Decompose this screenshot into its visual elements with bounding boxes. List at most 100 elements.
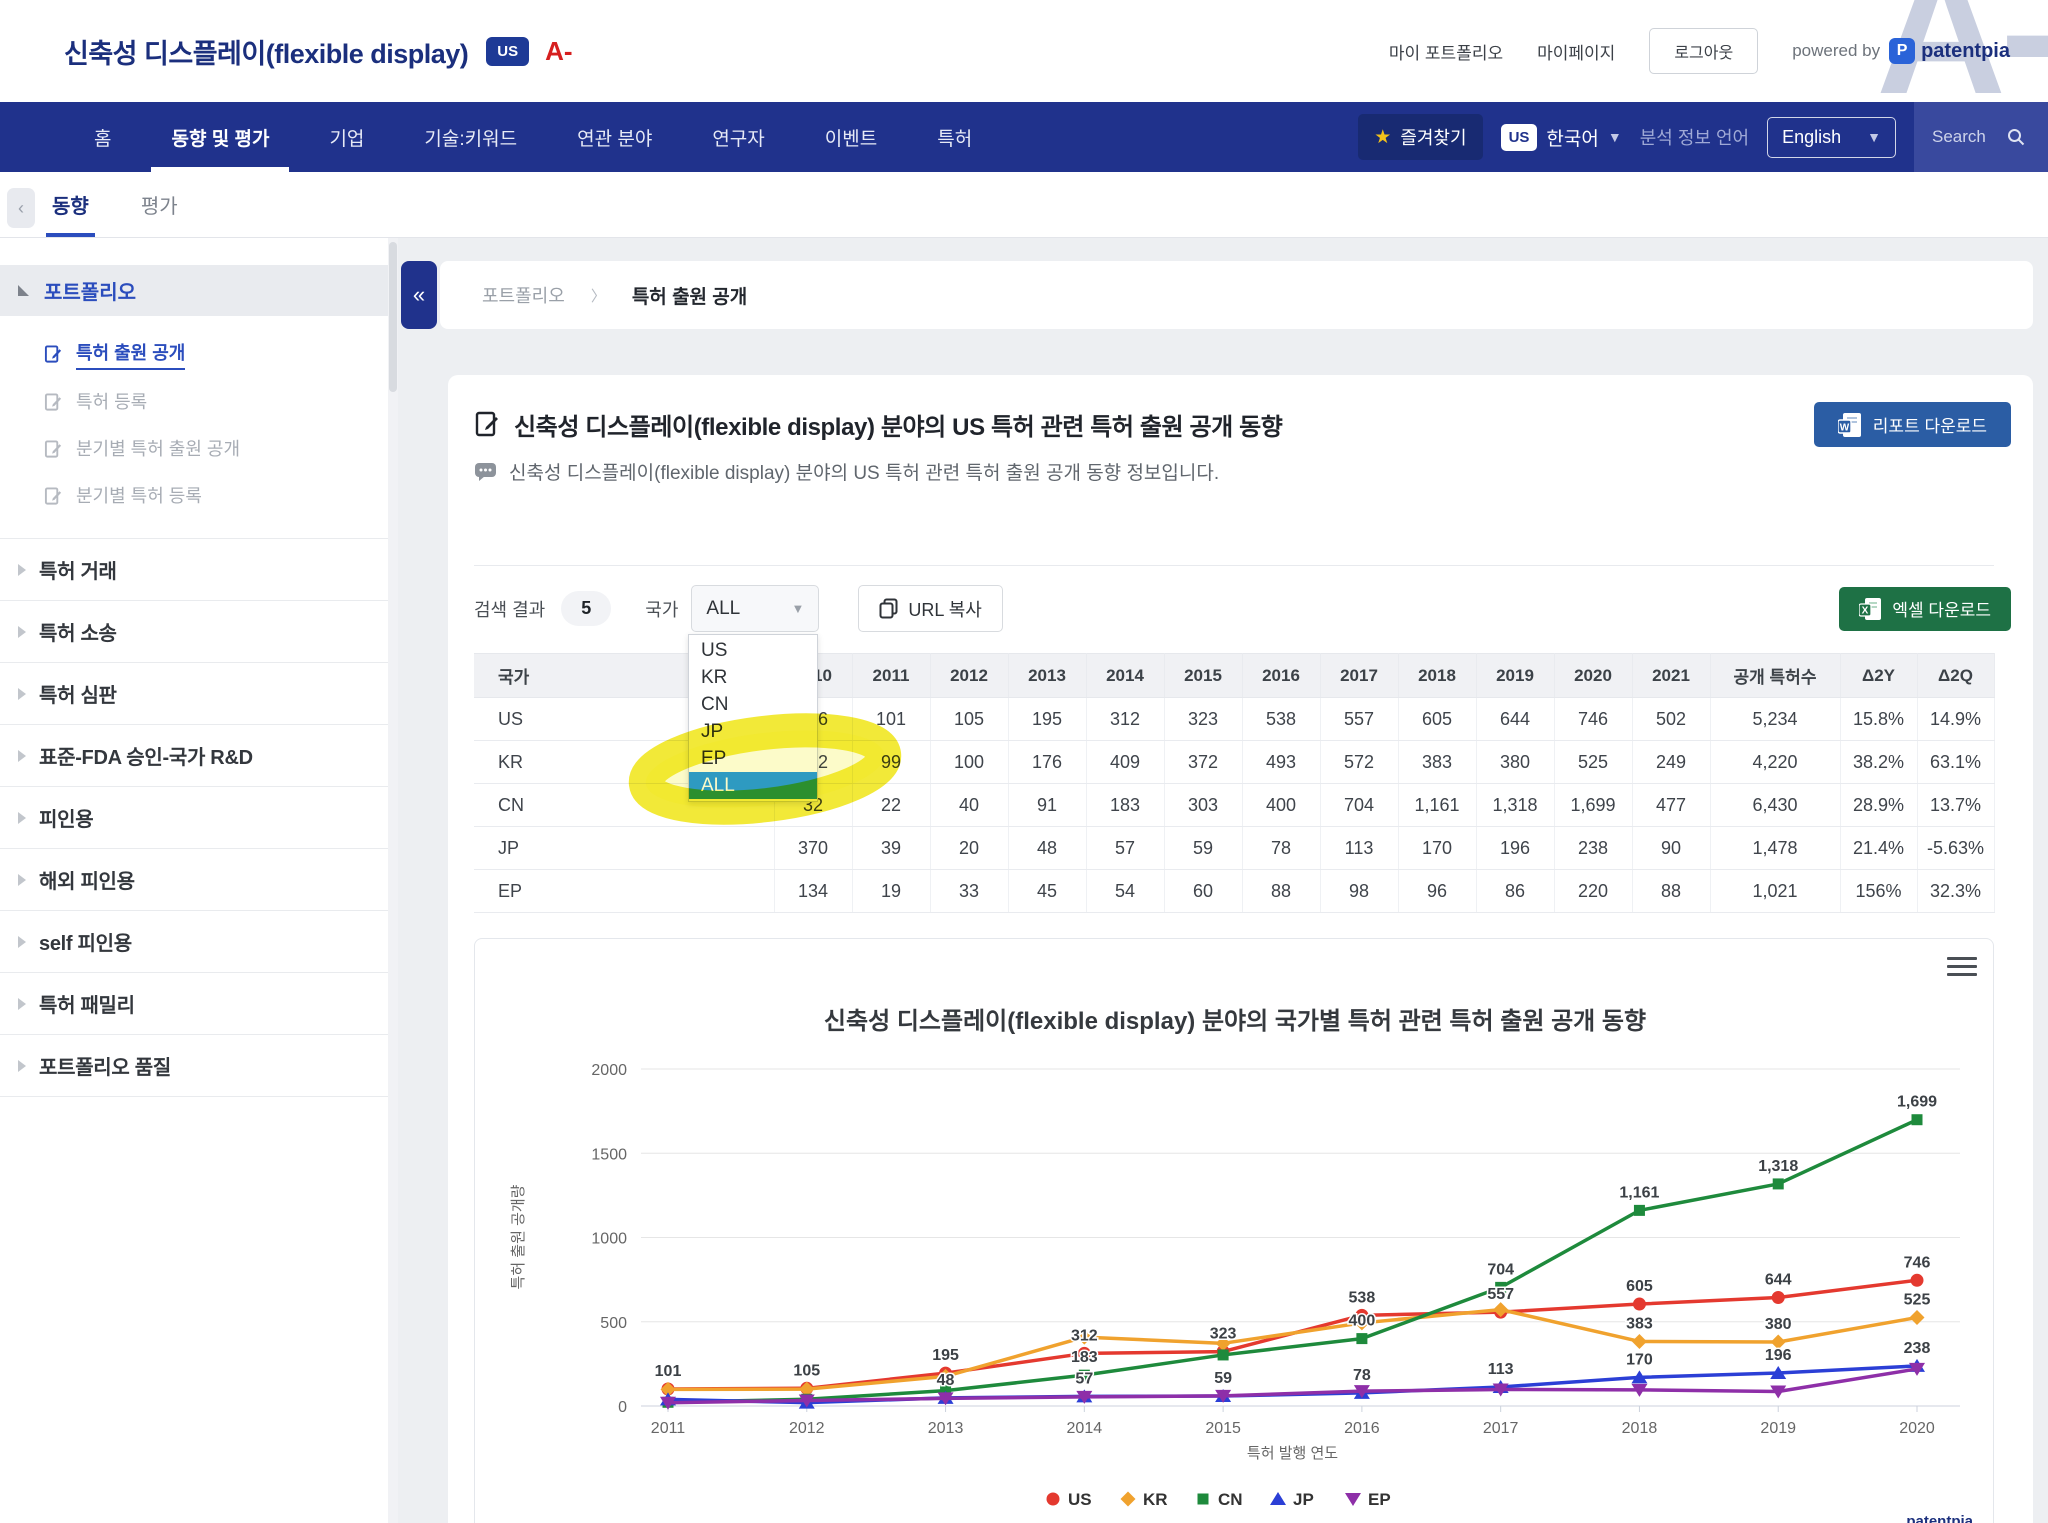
tab-평가[interactable]: 평가: [141, 172, 178, 237]
favorites-button[interactable]: ★ 즐겨찾기: [1358, 114, 1482, 160]
sidebar-item-특허-출원-공개[interactable]: 특허 출원 공개: [0, 330, 398, 379]
legend-item-KR[interactable]: KR: [1121, 1490, 1168, 1509]
chevron-down-icon: ▼: [792, 601, 805, 616]
legend-item-JP[interactable]: JP: [1270, 1490, 1314, 1509]
search-input[interactable]: [1930, 126, 2006, 148]
country-option-JP[interactable]: JP: [689, 718, 817, 745]
svg-text:1,318: 1,318: [1758, 1158, 1798, 1175]
cell-US-공개-특허수: 5,234: [1710, 698, 1840, 741]
report-download-button[interactable]: W 리포트 다운로드: [1814, 402, 2011, 447]
cell-KR-Δ2Y: 38.2%: [1840, 741, 1917, 784]
cell-US-2018: 605: [1398, 698, 1476, 741]
svg-text:323: 323: [1210, 1326, 1237, 1343]
country-option-US[interactable]: US: [689, 637, 817, 664]
svg-text:195: 195: [932, 1347, 959, 1364]
sidebar-section-self-피인용[interactable]: self 피인용: [0, 911, 398, 973]
header-links: 마이 포트폴리오 마이페이지: [1389, 39, 1615, 64]
cell-KR-2020: 525: [1554, 741, 1632, 784]
excel-download-button[interactable]: X 엑셀 다운로드: [1839, 587, 2011, 631]
sidebar-section-해외-피인용[interactable]: 해외 피인용: [0, 849, 398, 911]
legend-item-EP[interactable]: EP: [1345, 1490, 1391, 1509]
chart-title: 신축성 디스플레이(flexible display) 분야의 국가별 특허 관…: [824, 1008, 1646, 1035]
section-subtitle: 신축성 디스플레이(flexible display) 분야의 US 특허 관련…: [474, 458, 1219, 485]
sidebar-scrollbar[interactable]: [388, 238, 398, 1523]
sidebar-item-분기별-특허-등록[interactable]: 분기별 특허 등록: [0, 473, 398, 520]
chart-xlabel: 특허 발행 연도: [1247, 1445, 1338, 1462]
nav-item-연구자[interactable]: 연구자: [682, 102, 794, 172]
cell-KR-2021: 249: [1632, 741, 1710, 784]
nav-item-기업[interactable]: 기업: [299, 102, 394, 172]
sidebar: 포트폴리오 특허 출원 공개특허 등록분기별 특허 출원 공개분기별 특허 등록…: [0, 238, 398, 1523]
cell-CN-2018: 1,161: [1398, 784, 1476, 827]
cell-EP-Δ2Q: 32.3%: [1917, 870, 1994, 913]
svg-text:1000: 1000: [591, 1231, 627, 1248]
patentpia-logo: P patentpia: [1889, 38, 2010, 64]
sidebar-section-표준-FDA-승인-국가-R&D[interactable]: 표준-FDA 승인-국가 R&D: [0, 725, 398, 787]
country-select[interactable]: ALL ▼: [691, 585, 819, 632]
triangle-collapsed-icon: [18, 812, 26, 824]
excel-file-icon: X: [1859, 597, 1882, 621]
table-header-공개-특허수: 공개 특허수: [1710, 654, 1840, 698]
legend-item-US[interactable]: US: [1047, 1490, 1092, 1509]
country-option-KR[interactable]: KR: [689, 664, 817, 691]
cell-KR-2017: 572: [1320, 741, 1398, 784]
breadcrumb-parent[interactable]: 포트폴리오: [482, 282, 565, 308]
svg-text:KR: KR: [1143, 1490, 1168, 1509]
sidebar-collapse-button[interactable]: «: [401, 261, 437, 329]
svg-text:113: 113: [1488, 1361, 1514, 1378]
url-copy-button[interactable]: URL 복사: [858, 585, 1002, 632]
nav-item-이벤트[interactable]: 이벤트: [795, 102, 907, 172]
page-title: 신축성 디스플레이(flexible display): [64, 32, 468, 71]
sidebar-section-특허-심판[interactable]: 특허 심판: [0, 663, 398, 725]
chart-menu-icon[interactable]: [1947, 953, 1977, 979]
cell-JP-2015: 59: [1164, 827, 1242, 870]
cell-EP-2018: 96: [1398, 870, 1476, 913]
svg-text:2000: 2000: [591, 1062, 627, 1079]
collapse-left-icon[interactable]: ‹: [7, 188, 35, 228]
cell-CN-2013: 91: [1008, 784, 1086, 827]
country-dropdown-list: USKRCNJPEPALL: [688, 634, 818, 802]
scrollbar-thumb[interactable]: [389, 242, 397, 392]
header-link-1[interactable]: 마이 포트폴리오: [1389, 39, 1503, 64]
cell-CN-2019: 1,318: [1476, 784, 1554, 827]
cell-EP-2010: 134: [774, 870, 852, 913]
svg-text:1,699: 1,699: [1897, 1094, 1937, 1111]
site-language-flag: US: [1501, 124, 1538, 151]
series-CN: [663, 1114, 1923, 1408]
svg-text:101: 101: [655, 1363, 682, 1380]
svg-text:383: 383: [1626, 1315, 1653, 1332]
svg-text:2015: 2015: [1205, 1420, 1241, 1437]
breadcrumb: 포트폴리오 〉 특허 출원 공개: [440, 261, 2033, 329]
nav-item-연관-분야[interactable]: 연관 분야: [547, 102, 682, 172]
country-option-ALL[interactable]: ALL: [689, 772, 817, 799]
tab-동향[interactable]: 동향: [52, 172, 89, 237]
sidebar-group-portfolio[interactable]: 포트폴리오: [0, 265, 398, 316]
table-header-2013: 2013: [1008, 654, 1086, 698]
legend-item-CN[interactable]: CN: [1198, 1490, 1243, 1509]
nav-item-홈[interactable]: 홈: [64, 102, 141, 172]
svg-text:2016: 2016: [1344, 1420, 1380, 1437]
cell-EP-2015: 60: [1164, 870, 1242, 913]
search-result-label: 검색 결과: [474, 596, 545, 622]
nav-item-동향-및-평가[interactable]: 동향 및 평가: [141, 102, 299, 172]
nav-item-기술:키워드[interactable]: 기술:키워드: [394, 102, 547, 172]
sidebar-item-분기별-특허-출원-공개[interactable]: 분기별 특허 출원 공개: [0, 426, 398, 473]
site-language-selector[interactable]: US 한국어 ▼: [1501, 124, 1622, 151]
analysis-language-select[interactable]: English ▼: [1767, 117, 1896, 158]
sidebar-section-특허-거래[interactable]: 특허 거래: [0, 539, 398, 601]
svg-text:557: 557: [1487, 1286, 1514, 1303]
sidebar-section-피인용[interactable]: 피인용: [0, 787, 398, 849]
sidebar-item-특허-등록[interactable]: 특허 등록: [0, 379, 398, 426]
sidebar-section-특허-패밀리[interactable]: 특허 패밀리: [0, 973, 398, 1035]
sidebar-section-특허-소송[interactable]: 특허 소송: [0, 601, 398, 663]
svg-text:US: US: [1068, 1490, 1092, 1509]
nav-item-특허[interactable]: 특허: [907, 102, 1002, 172]
sub-tabs: ‹ 동향 평가: [0, 172, 2048, 238]
search-box[interactable]: [1914, 102, 2048, 172]
country-option-CN[interactable]: CN: [689, 691, 817, 718]
cell-country: EP: [474, 870, 774, 913]
logout-button[interactable]: 로그아웃: [1649, 28, 1758, 74]
sidebar-section-포트폴리오-품질[interactable]: 포트폴리오 품질: [0, 1035, 398, 1097]
country-option-EP[interactable]: EP: [689, 745, 817, 772]
header-link-2[interactable]: 마이페이지: [1537, 39, 1615, 64]
